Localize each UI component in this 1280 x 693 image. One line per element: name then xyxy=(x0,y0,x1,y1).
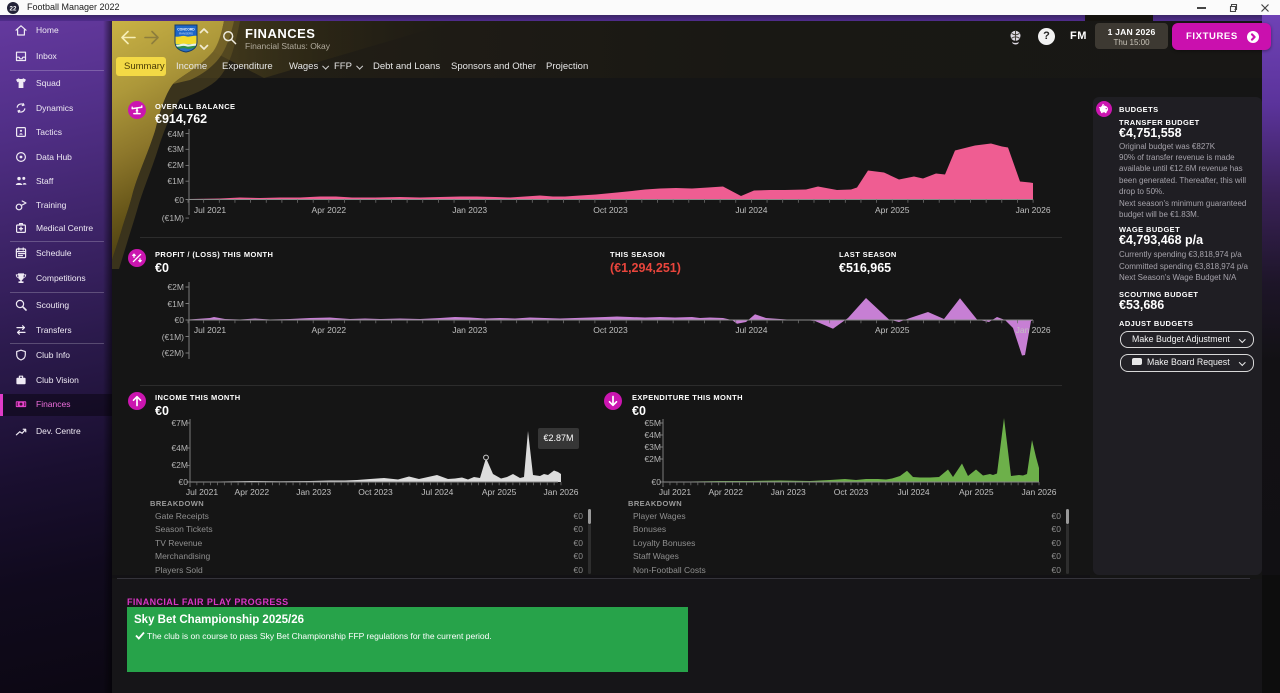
svg-text:22: 22 xyxy=(10,5,17,12)
